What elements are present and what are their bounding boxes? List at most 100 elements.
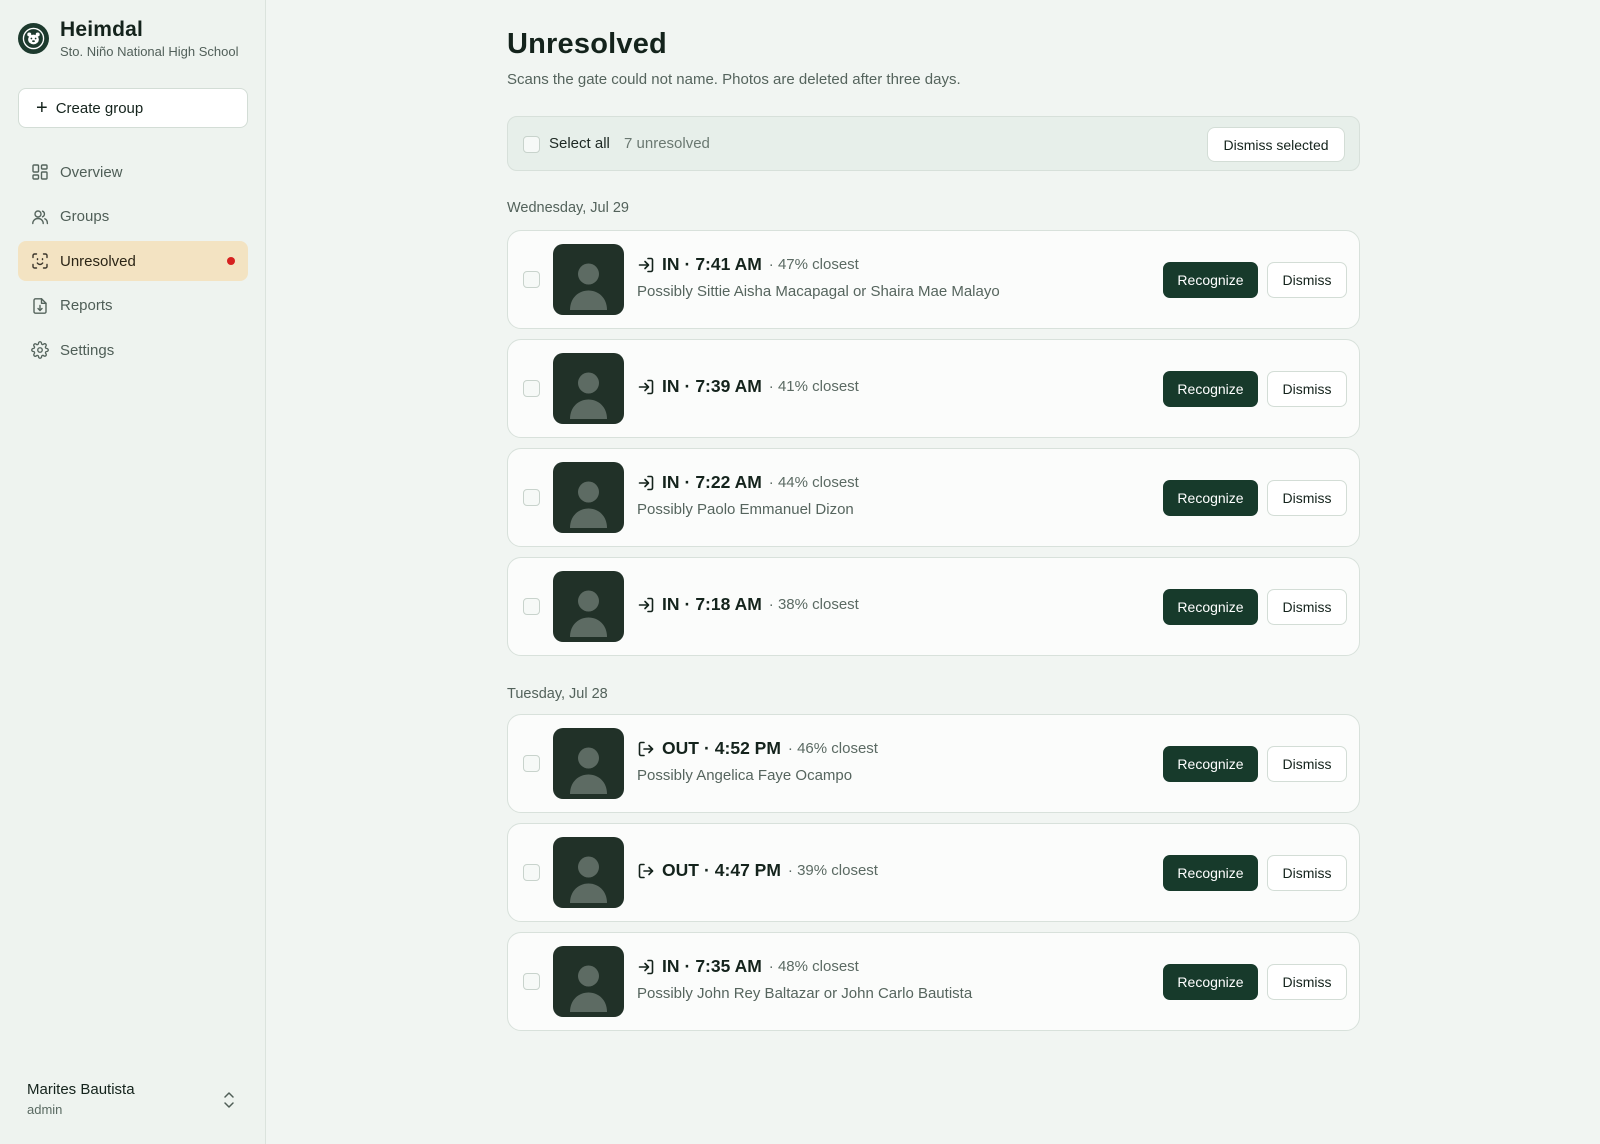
recognize-button[interactable]: Recognize bbox=[1163, 480, 1258, 516]
unresolved-row: OUT · 4:52 PM · 46% closest Possibly Angelic… bbox=[507, 714, 1360, 813]
sidebar-item-settings[interactable]: Settings bbox=[18, 330, 248, 370]
recognize-button[interactable]: Recognize bbox=[1163, 262, 1258, 298]
bear-face-icon bbox=[18, 23, 49, 54]
grid-icon bbox=[31, 163, 49, 181]
closest-match-score: · 48% closest bbox=[768, 958, 859, 975]
recognize-button[interactable]: Recognize bbox=[1163, 964, 1258, 1000]
sidebar-item-label: Groups bbox=[60, 208, 110, 225]
closest-match-score: · 41% closest bbox=[768, 378, 859, 395]
brand: Heimdal Sto. Niño National High School bbox=[18, 18, 239, 59]
scan-time: 7:22 AM bbox=[695, 472, 762, 492]
page-subtitle: Scans the gate could not name. Photos ar… bbox=[507, 71, 961, 88]
separator-dot: · bbox=[703, 738, 710, 758]
sidebar-item-overview[interactable]: Overview bbox=[18, 152, 248, 192]
recognize-button[interactable]: Recognize bbox=[1163, 589, 1258, 625]
log-in-icon bbox=[637, 596, 655, 614]
scan-time: 7:41 AM bbox=[695, 254, 762, 274]
sidebar-item-label: Overview bbox=[60, 163, 123, 181]
school-name: Sto. Niño National High School bbox=[60, 44, 239, 59]
separator-dot: · bbox=[684, 472, 691, 492]
closest-match-score: · 46% closest bbox=[787, 740, 878, 757]
person-placeholder-icon[interactable] bbox=[553, 571, 624, 642]
file-download-icon bbox=[31, 297, 49, 315]
unresolved-row: IN · 7:22 AM · 44% closest Possibly Paolo Em… bbox=[507, 448, 1360, 547]
scan-direction: IN bbox=[662, 472, 680, 492]
dismiss-button[interactable]: Dismiss bbox=[1267, 855, 1347, 891]
sidebar-item-label: Settings bbox=[60, 341, 115, 359]
face-scan-icon bbox=[31, 252, 49, 270]
unresolved-row: OUT · 4:47 PM · 39% closest Recognize Dismiss bbox=[507, 823, 1360, 922]
row-checkbox[interactable] bbox=[523, 598, 540, 615]
dismiss-button[interactable]: Dismiss bbox=[1267, 480, 1347, 516]
recognize-button[interactable]: Recognize bbox=[1163, 746, 1258, 782]
separator-dot: · bbox=[684, 594, 691, 614]
gear-icon bbox=[31, 341, 49, 359]
users-icon bbox=[31, 208, 49, 226]
separator-dot: · bbox=[684, 376, 691, 396]
log-in-icon bbox=[637, 256, 655, 274]
recognize-button[interactable]: Recognize bbox=[1163, 855, 1258, 891]
scan-info: IN · 7:22 AM · 44% closest Possibly Paolo Em… bbox=[637, 472, 859, 518]
unresolved-alert-dot bbox=[227, 257, 235, 265]
scan-direction: IN bbox=[662, 594, 680, 614]
log-in-icon bbox=[637, 474, 655, 492]
select-all-checkbox[interactable] bbox=[523, 136, 540, 153]
separator-dot: · bbox=[703, 860, 710, 880]
scan-info: IN · 7:18 AM · 38% closest bbox=[637, 594, 859, 615]
person-placeholder-icon[interactable] bbox=[553, 946, 624, 1017]
scan-time: 7:18 AM bbox=[695, 594, 762, 614]
sidebar: Heimdal Sto. Niño National High School +… bbox=[0, 0, 266, 1144]
dismiss-button[interactable]: Dismiss bbox=[1267, 589, 1347, 625]
closest-match-score: · 47% closest bbox=[768, 256, 859, 273]
sidebar-item-groups[interactable]: Groups bbox=[18, 197, 248, 237]
dismiss-selected-button[interactable]: Dismiss selected bbox=[1207, 127, 1345, 162]
possible-matches: Possibly Paolo Emmanuel Dizon bbox=[637, 501, 854, 518]
create-group-label: Create group bbox=[55, 99, 144, 117]
separator-dot: · bbox=[684, 956, 691, 976]
possible-matches: Possibly John Rey Baltazar or John Carlo… bbox=[637, 985, 973, 1002]
create-group-button[interactable]: + Create group bbox=[18, 88, 248, 128]
user-menu[interactable]: Marites Bautista admin bbox=[27, 1081, 135, 1117]
scan-info: IN · 7:35 AM · 48% closest Possibly John Rey… bbox=[637, 956, 972, 1002]
day-label: Wednesday, Jul 29 bbox=[507, 200, 629, 216]
unresolved-row: IN · 7:39 AM · 41% closest Recognize Dismiss bbox=[507, 339, 1360, 438]
sidebar-item-label: Reports bbox=[60, 297, 113, 314]
log-in-icon bbox=[637, 958, 655, 976]
unresolved-row: IN · 7:18 AM · 38% closest Recognize Dismiss bbox=[507, 557, 1360, 656]
bulk-select-bar: Select all 7 unresolved Dismiss selected bbox=[507, 116, 1360, 171]
closest-match-score: · 38% closest bbox=[768, 596, 859, 613]
log-out-icon bbox=[637, 862, 655, 880]
dismiss-button[interactable]: Dismiss bbox=[1267, 371, 1347, 407]
person-placeholder-icon[interactable] bbox=[553, 837, 624, 908]
closest-match-score: · 44% closest bbox=[768, 474, 859, 491]
row-checkbox[interactable] bbox=[523, 973, 540, 990]
sidebar-item-reports[interactable]: Reports bbox=[18, 286, 248, 326]
row-checkbox[interactable] bbox=[523, 755, 540, 772]
scan-direction: OUT bbox=[662, 738, 699, 758]
select-all-label: Select all bbox=[549, 135, 610, 152]
person-placeholder-icon[interactable] bbox=[553, 244, 624, 315]
scan-time: 7:35 AM bbox=[695, 956, 762, 976]
sidebar-item-unresolved[interactable]: Unresolved bbox=[18, 241, 248, 281]
dismiss-button[interactable]: Dismiss bbox=[1267, 964, 1347, 1000]
scan-info: IN · 7:41 AM · 47% closest Possibly Sittie A… bbox=[637, 254, 1000, 300]
chevron-up-down-icon[interactable] bbox=[222, 1090, 236, 1110]
main-content: Unresolved Scans the gate could not name… bbox=[507, 28, 1360, 1031]
log-in-icon bbox=[637, 378, 655, 396]
scan-info: OUT · 4:52 PM · 46% closest Possibly Angelic… bbox=[637, 738, 878, 784]
row-checkbox[interactable] bbox=[523, 489, 540, 506]
page-title: Unresolved bbox=[507, 28, 667, 60]
recognize-button[interactable]: Recognize bbox=[1163, 371, 1258, 407]
dismiss-button[interactable]: Dismiss bbox=[1267, 262, 1347, 298]
person-placeholder-icon[interactable] bbox=[553, 462, 624, 533]
sidebar-nav: Overview Groups Unresolved Reports Setti… bbox=[18, 152, 248, 375]
unresolved-row: IN · 7:41 AM · 47% closest Possibly Sittie A… bbox=[507, 230, 1360, 329]
row-checkbox[interactable] bbox=[523, 380, 540, 397]
dismiss-button[interactable]: Dismiss bbox=[1267, 746, 1347, 782]
row-checkbox[interactable] bbox=[523, 864, 540, 881]
scan-direction: IN bbox=[662, 956, 680, 976]
person-placeholder-icon[interactable] bbox=[553, 728, 624, 799]
unresolved-row: IN · 7:35 AM · 48% closest Possibly John Rey… bbox=[507, 932, 1360, 1031]
person-placeholder-icon[interactable] bbox=[553, 353, 624, 424]
row-checkbox[interactable] bbox=[523, 271, 540, 288]
